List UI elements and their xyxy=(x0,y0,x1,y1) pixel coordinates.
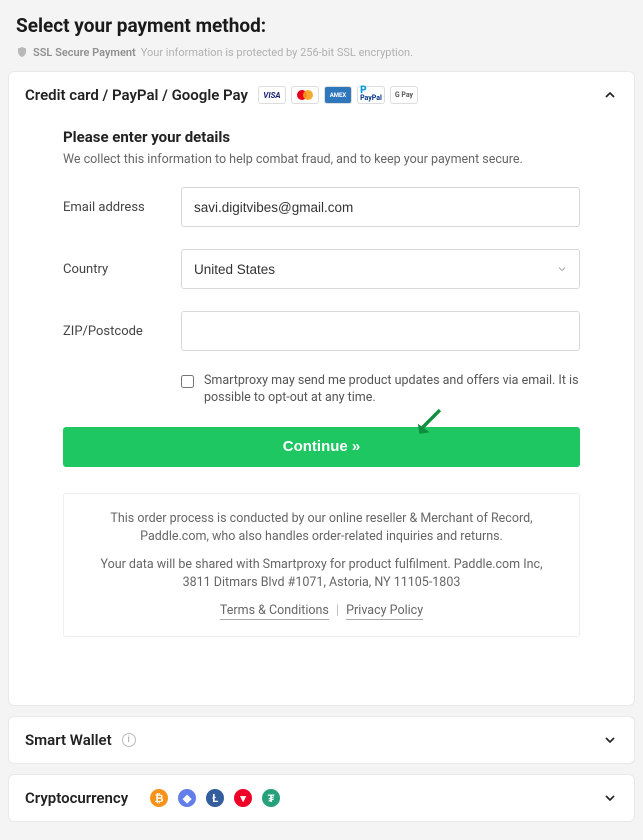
details-title: Please enter your details xyxy=(63,128,580,146)
ssl-sub: Your information is protected by 256-bit… xyxy=(141,46,413,59)
litecoin-icon: Ł xyxy=(206,789,224,807)
smart-wallet-label: Smart Wallet xyxy=(25,731,112,749)
shield-icon xyxy=(16,45,28,59)
marketing-optin-label: Smartproxy may send me product updates a… xyxy=(204,373,580,407)
ssl-secure-row: SSL Secure Payment Your information is p… xyxy=(8,45,635,71)
email-input[interactable] xyxy=(181,187,580,227)
payment-brand-icons: VISA AMEX PPayPal G Pay xyxy=(258,86,418,104)
tether-icon: ₮ xyxy=(262,789,280,807)
continue-button[interactable]: Continue » xyxy=(63,427,580,467)
page-title: Select your payment method: xyxy=(8,8,635,45)
credit-card-accordion-header[interactable]: Credit card / PayPal / Google Pay VISA A… xyxy=(9,72,634,118)
tron-icon: ▾ xyxy=(234,789,252,807)
paypal-icon: PPayPal xyxy=(357,86,385,104)
crypto-icons: ₿ ◆ Ł ▾ ₮ xyxy=(150,789,280,807)
crypto-panel: Cryptocurrency ₿ ◆ Ł ▾ ₮ xyxy=(8,774,635,822)
merchant-info-line2: Your data will be shared with Smartproxy… xyxy=(86,556,557,592)
smart-wallet-panel: Smart Wallet i xyxy=(8,716,635,764)
merchant-info-box: This order process is conducted by our o… xyxy=(63,493,580,638)
chevron-down-icon xyxy=(602,790,618,806)
amex-icon: AMEX xyxy=(324,86,352,104)
chevron-down-icon xyxy=(602,732,618,748)
link-separator: | xyxy=(336,603,339,618)
zip-label: ZIP/Postcode xyxy=(63,324,181,339)
googlepay-icon: G Pay xyxy=(390,86,418,104)
merchant-info-line1: This order process is conducted by our o… xyxy=(86,510,557,546)
terms-link[interactable]: Terms & Conditions xyxy=(220,603,329,620)
email-label: Email address xyxy=(63,200,181,215)
visa-icon: VISA xyxy=(258,86,286,104)
info-icon[interactable]: i xyxy=(122,733,136,747)
country-select[interactable] xyxy=(181,249,580,289)
ethereum-icon: ◆ xyxy=(178,789,196,807)
mastercard-icon xyxy=(291,86,319,104)
zip-input[interactable] xyxy=(181,311,580,351)
crypto-label: Cryptocurrency xyxy=(25,789,128,807)
credit-card-label: Credit card / PayPal / Google Pay xyxy=(25,86,248,104)
details-desc: We collect this information to help comb… xyxy=(63,152,580,167)
credit-card-panel: Credit card / PayPal / Google Pay VISA A… xyxy=(8,71,635,706)
smart-wallet-accordion-header[interactable]: Smart Wallet i xyxy=(9,717,634,763)
chevron-up-icon xyxy=(602,87,618,103)
ssl-label: SSL Secure Payment xyxy=(33,46,136,59)
country-label: Country xyxy=(63,262,181,277)
bitcoin-icon: ₿ xyxy=(150,789,168,807)
privacy-link[interactable]: Privacy Policy xyxy=(346,603,423,620)
crypto-accordion-header[interactable]: Cryptocurrency ₿ ◆ Ł ▾ ₮ xyxy=(9,775,634,821)
marketing-optin-checkbox[interactable] xyxy=(181,375,194,388)
